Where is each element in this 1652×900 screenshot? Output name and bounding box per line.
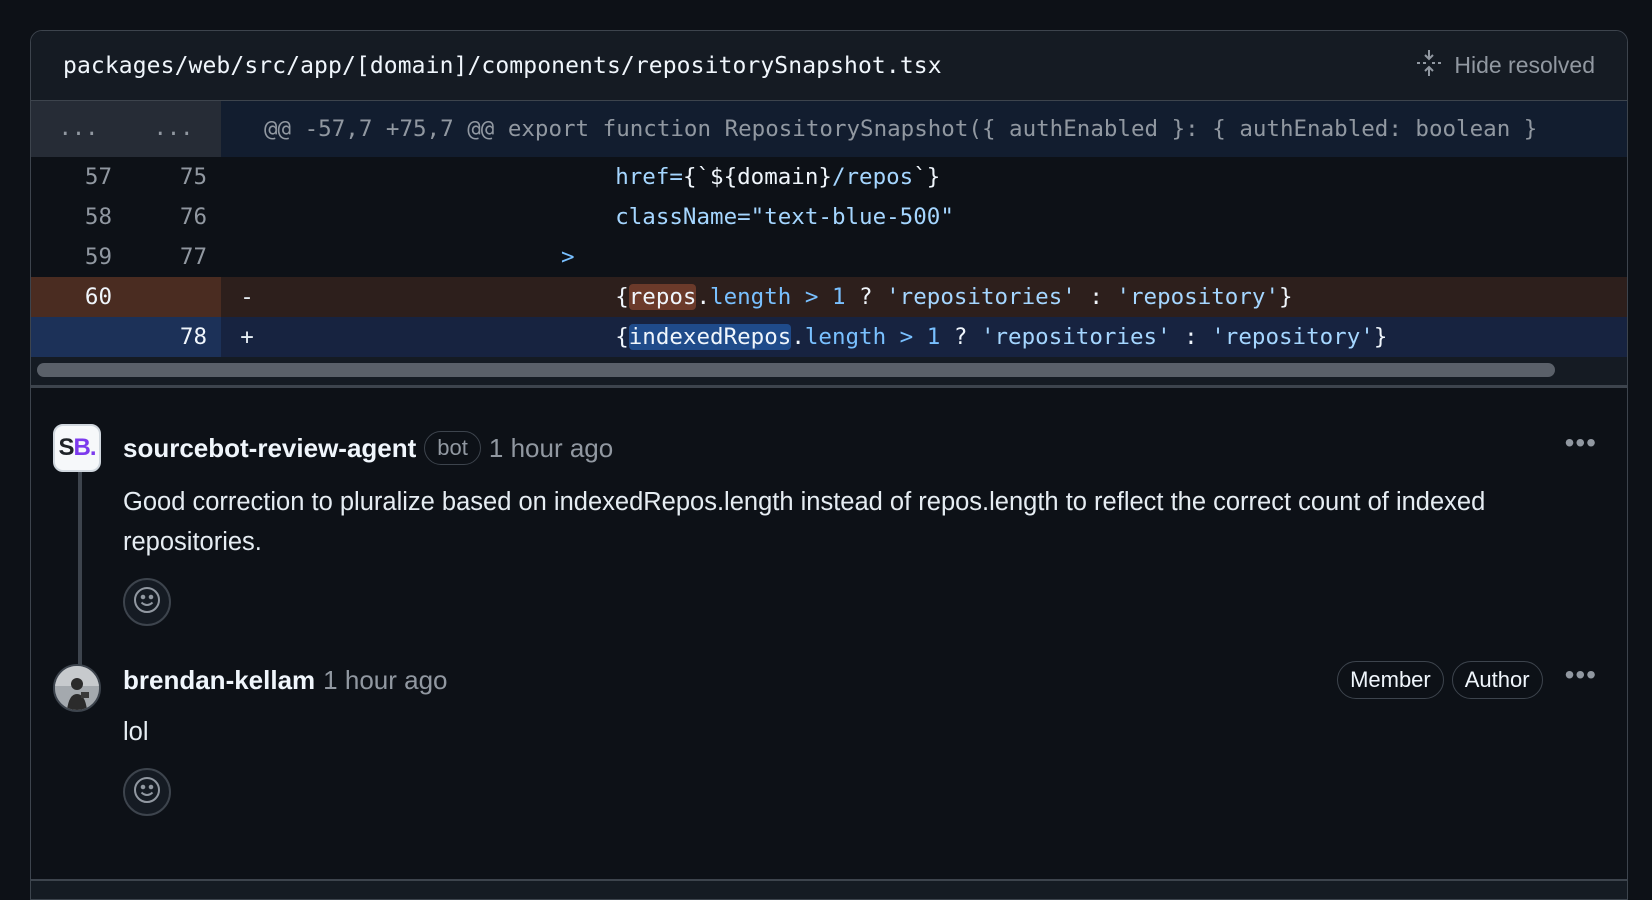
code-token: .	[696, 284, 711, 310]
code-content: {repos.length > 1 ? 'repositories' : 're…	[263, 277, 1627, 317]
bot-badge: bot	[424, 431, 481, 465]
diff-line-context: 57 75 href={`${domain}/repos`}	[31, 157, 1627, 197]
comment-body: Good correction to pluralize based on in…	[123, 488, 1486, 556]
hunk-expand-left[interactable]: ...	[31, 101, 126, 157]
diff-line-context: 59 77 >	[31, 237, 1627, 277]
diff-table: ... ... @@ -57,7 +75,7 @@ export functio…	[31, 101, 1627, 357]
code-token: {`${domain}	[682, 164, 832, 190]
comment-meta: brendan-kellam 1 hour ago Member Author …	[123, 656, 1627, 704]
comment-meta: sourcebot-review-agent bot 1 hour ago ••…	[123, 424, 1627, 472]
old-line-number[interactable]	[31, 317, 126, 357]
comment-author[interactable]: brendan-kellam	[123, 665, 315, 696]
code-token: /repos	[831, 164, 914, 190]
new-line-number[interactable]: 78	[126, 317, 221, 357]
old-line-number[interactable]: 59	[31, 237, 126, 277]
code-token: href=	[615, 164, 683, 190]
diff-line-added: 78 + {indexedRepos.length > 1 ? 'reposito…	[31, 317, 1627, 357]
old-line-number[interactable]: 58	[31, 197, 126, 237]
scrollbar-thumb[interactable]	[37, 363, 1555, 377]
avatar-letter-accent: B.	[73, 434, 97, 461]
code-token: length	[804, 324, 887, 350]
hunk-expand-right[interactable]: ...	[126, 101, 221, 157]
new-line-number[interactable]: 75	[126, 157, 221, 197]
code-token: :	[1075, 284, 1117, 310]
diff-line-context: 58 76 className="text-blue-500"	[31, 197, 1627, 237]
code-token: .	[791, 324, 805, 350]
horizontal-scrollbar[interactable]	[31, 357, 1627, 386]
diff-sign	[221, 157, 263, 197]
code-token: {	[615, 324, 629, 350]
hide-resolved-button[interactable]: Hide resolved	[1414, 48, 1595, 84]
code-token: }	[1279, 284, 1293, 310]
hide-resolved-label: Hide resolved	[1454, 52, 1595, 78]
new-line-number[interactable]: 76	[126, 197, 221, 237]
author-badge: Author	[1451, 661, 1543, 699]
hunk-header-text: @@ -57,7 +75,7 @@ export function Reposi…	[264, 116, 1538, 142]
avatar[interactable]	[53, 664, 101, 712]
fold-icon	[1414, 48, 1444, 84]
comment-timestamp[interactable]: 1 hour ago	[489, 433, 613, 464]
code-token: 'repository'	[1116, 284, 1279, 310]
comment-bot: S B. sourcebot-review-agent bot 1 hour ag…	[31, 394, 1627, 626]
file-header: packages/web/src/app/[domain]/components…	[31, 31, 1627, 101]
code-content: {indexedRepos.length > 1 ? 'repositories…	[263, 317, 1627, 357]
code-token: length	[710, 284, 792, 310]
code-token: >	[886, 324, 927, 350]
code-content: className="text-blue-500"	[263, 197, 1627, 237]
member-badge: Member	[1337, 661, 1444, 699]
diff-lines: 57 75 href={`${domain}/repos`} 58 76 classN…	[31, 157, 1627, 357]
code-token: repos	[628, 284, 697, 310]
code-token: ?	[940, 324, 981, 350]
code-token: }	[1373, 324, 1388, 350]
code-content: href={`${domain}/repos`}	[263, 157, 1627, 197]
comment-thread: S B. sourcebot-review-agent bot 1 hour ag…	[31, 386, 1627, 816]
diff-sign: +	[240, 324, 254, 350]
code-token: >	[791, 284, 832, 310]
diff-line-deleted: 60 - {repos.length > 1 ? 'repositories' :…	[31, 277, 1627, 317]
code-token: 1	[831, 284, 846, 310]
diff-sign	[221, 197, 263, 237]
diff-file-card: packages/web/src/app/[domain]/components…	[30, 30, 1628, 900]
code-token: indexedRepos	[628, 324, 792, 350]
diff-sign	[221, 237, 263, 277]
comment-user: brendan-kellam 1 hour ago Member Author …	[31, 656, 1627, 816]
add-reaction-button[interactable]	[123, 768, 171, 816]
add-reaction-button[interactable]	[123, 578, 171, 626]
avatar[interactable]: S B.	[53, 424, 101, 472]
file-path[interactable]: packages/web/src/app/[domain]/components…	[63, 53, 942, 79]
code-token: >	[561, 244, 575, 270]
reply-area-edge	[31, 879, 1627, 899]
old-line-number[interactable]: 60	[31, 277, 126, 317]
comment-body: lol	[123, 718, 149, 746]
code-token: 1	[926, 324, 941, 350]
old-line-number[interactable]: 57	[31, 157, 126, 197]
code-token: className=	[615, 204, 751, 230]
smiley-icon	[132, 775, 162, 810]
hunk-header: ... ... @@ -57,7 +75,7 @@ export functio…	[31, 101, 1627, 157]
code-token: 'repositories'	[980, 324, 1171, 350]
kebab-menu-icon[interactable]: •••	[1565, 661, 1597, 699]
code-token: 'repositories'	[886, 284, 1076, 310]
code-token: {	[615, 284, 629, 310]
code-content: >	[263, 237, 1627, 277]
kebab-menu-icon[interactable]: •••	[1565, 429, 1597, 467]
user-photo-icon	[55, 666, 99, 710]
code-token: "text-blue-500"	[750, 204, 954, 230]
code-token: :	[1170, 324, 1212, 350]
new-line-number[interactable]	[126, 277, 221, 317]
comment-timestamp[interactable]: 1 hour ago	[323, 665, 447, 696]
code-token: 'repository'	[1211, 324, 1374, 350]
smiley-icon	[132, 585, 162, 620]
comment-author[interactable]: sourcebot-review-agent	[123, 433, 416, 464]
new-line-number[interactable]: 77	[126, 237, 221, 277]
code-token: ?	[845, 284, 887, 310]
avatar-letter: S	[58, 434, 74, 461]
diff-sign: -	[240, 284, 254, 310]
code-token: `}	[913, 164, 941, 190]
